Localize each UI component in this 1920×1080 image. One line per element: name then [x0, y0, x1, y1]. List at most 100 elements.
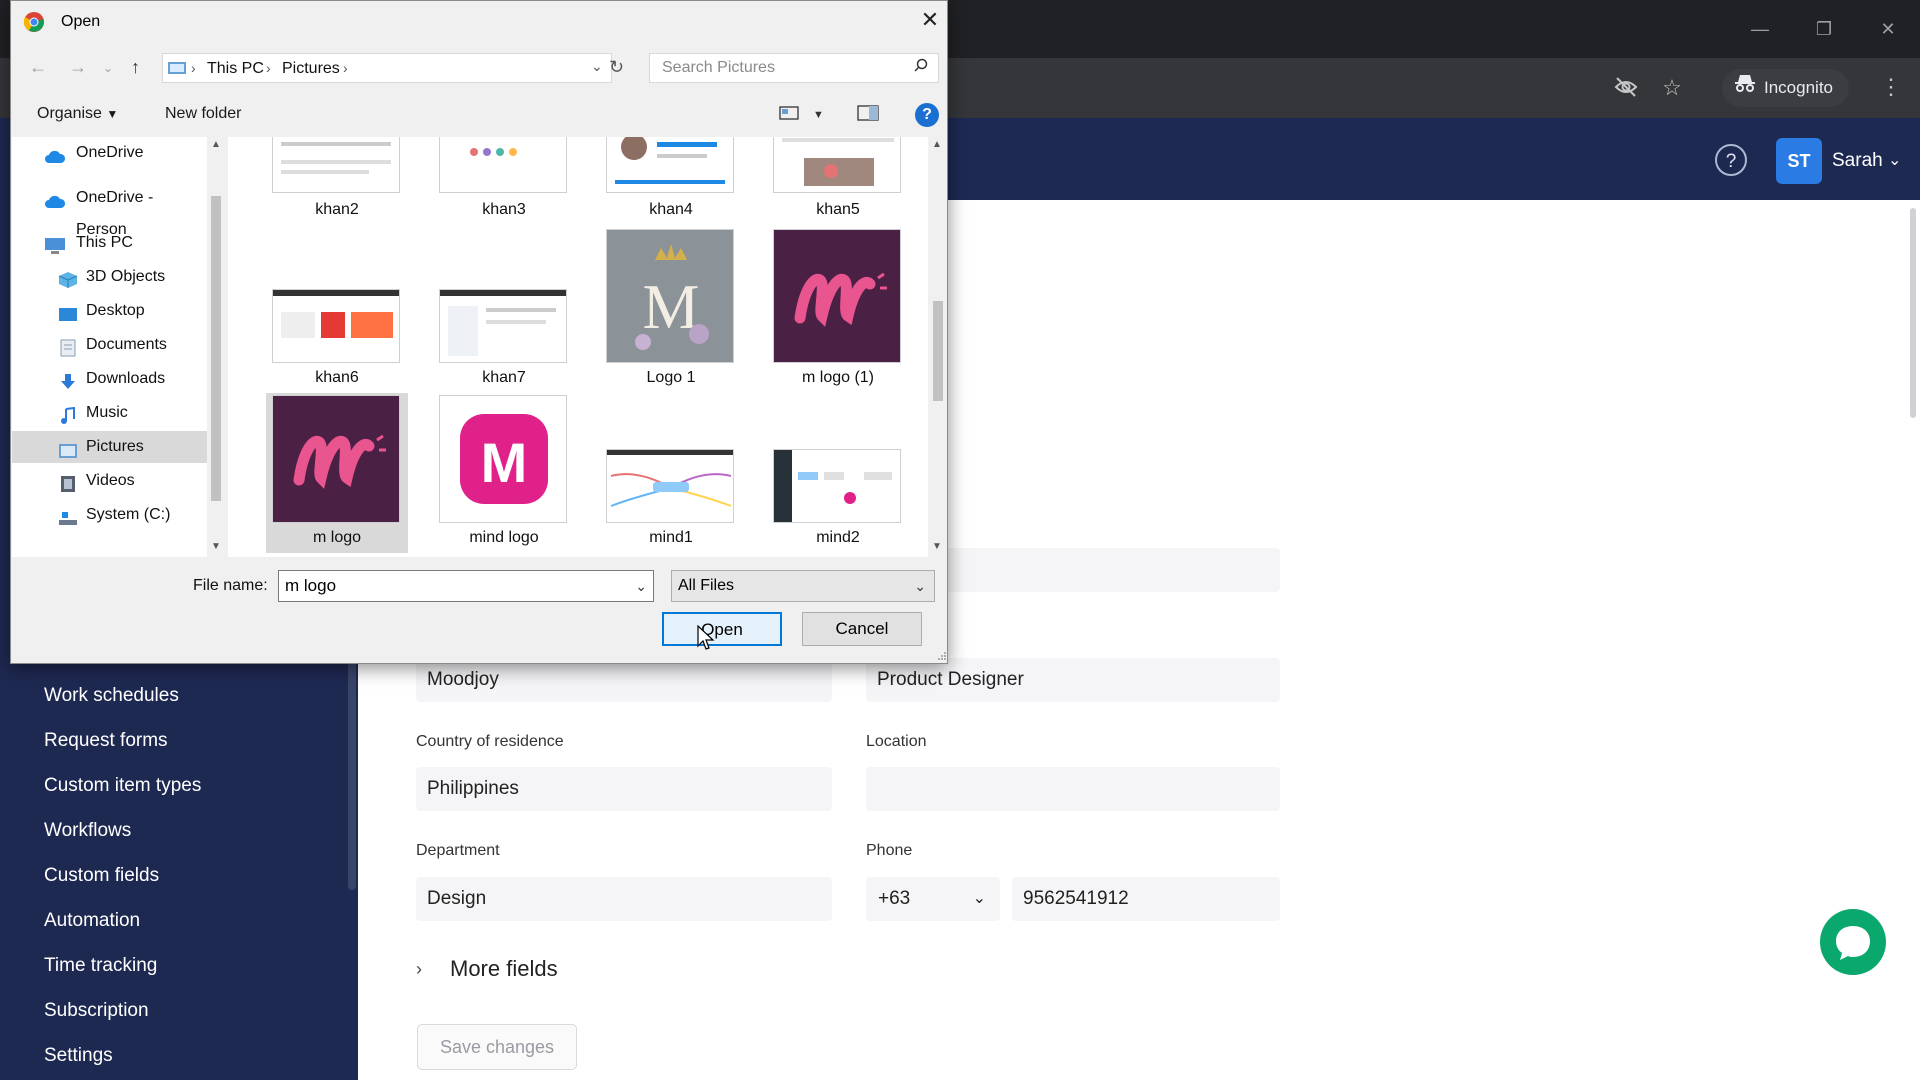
- sidebar-item-workflows[interactable]: Workflows: [44, 820, 131, 842]
- drive-icon: [58, 507, 78, 525]
- help-icon[interactable]: ?: [915, 103, 939, 127]
- eye-off-icon[interactable]: [1612, 74, 1640, 102]
- search-input[interactable]: Search Pictures: [649, 53, 939, 83]
- back-arrow-icon[interactable]: ←: [29, 57, 47, 78]
- user-name[interactable]: Sarah: [1832, 150, 1883, 172]
- avatar[interactable]: ST: [1776, 138, 1822, 184]
- nav-item-videos[interactable]: Videos: [12, 465, 208, 497]
- sidebar-item-custom-item-types[interactable]: Custom item types: [44, 775, 201, 797]
- cube-icon: [58, 269, 78, 288]
- view-dropdown-icon[interactable]: ▼: [813, 109, 824, 121]
- video-icon: [60, 473, 80, 492]
- bookmark-star-icon[interactable]: ☆: [1658, 74, 1686, 102]
- file-type-value: All Files: [678, 577, 735, 594]
- sidebar-item-settings[interactable]: Settings: [44, 1045, 113, 1067]
- nav-item-label: OneDrive: [76, 144, 144, 161]
- file-name: khan5: [816, 201, 860, 218]
- resize-grip-icon[interactable]: [935, 649, 947, 661]
- file-list-scroll-thumb[interactable]: [933, 301, 943, 401]
- up-arrow-icon[interactable]: ↑: [131, 57, 140, 78]
- view-options-icon[interactable]: [779, 105, 799, 126]
- nav-item-documents[interactable]: Documents: [12, 329, 208, 361]
- incognito-label: Incognito: [1764, 78, 1833, 97]
- sidebar-item-subscription[interactable]: Subscription: [44, 1000, 149, 1022]
- new-folder-button[interactable]: New folder: [165, 105, 241, 123]
- desktop-icon: [58, 303, 78, 321]
- window-close-icon[interactable]: ✕: [1868, 14, 1908, 44]
- file-type-select[interactable]: All Files ⌄: [671, 570, 935, 602]
- file-name-input[interactable]: m logo ⌄: [278, 570, 654, 602]
- browser-menu-icon[interactable]: ⋮: [1880, 74, 1902, 100]
- sidebar-item-custom-fields[interactable]: Custom fields: [44, 865, 159, 887]
- chevron-down-icon[interactable]: ⌄: [635, 571, 647, 601]
- refresh-icon[interactable]: ↻: [609, 57, 624, 78]
- breadcrumb-pictures[interactable]: Pictures: [282, 60, 340, 78]
- close-icon[interactable]: ✕: [917, 7, 943, 33]
- sidebar-item-work-schedules[interactable]: Work schedules: [44, 685, 179, 707]
- sidebar-scrollbar[interactable]: [348, 660, 356, 890]
- nav-item-label: Desktop: [86, 302, 145, 319]
- nav-pane-scroll-thumb[interactable]: [211, 196, 221, 501]
- nav-item-label: Documents: [86, 336, 167, 353]
- more-fields-label: More fields: [450, 956, 558, 981]
- open-button[interactable]: Open: [662, 612, 782, 646]
- nav-item-music[interactable]: Music: [12, 397, 208, 429]
- svg-text:M: M: [481, 431, 528, 494]
- organise-menu[interactable]: Organise ▼: [37, 105, 118, 123]
- nav-item-system-c[interactable]: System (C:): [12, 499, 208, 531]
- download-icon: [60, 371, 80, 389]
- company-field[interactable]: Moodjoy: [416, 658, 832, 702]
- breadcrumb-this-pc[interactable]: This PC: [207, 60, 264, 78]
- nav-item-onedrive-personal[interactable]: OneDrive - Person: [12, 182, 208, 238]
- sidebar-item-request-forms[interactable]: Request forms: [44, 730, 168, 752]
- chat-icon: [1836, 926, 1870, 960]
- nav-item-downloads[interactable]: Downloads: [12, 363, 208, 395]
- cancel-button[interactable]: Cancel: [802, 612, 922, 646]
- pictures-icon: [58, 439, 78, 458]
- chat-button[interactable]: [1820, 909, 1886, 975]
- nav-item-3d-objects[interactable]: 3D Objects: [12, 261, 208, 293]
- help-icon[interactable]: ?: [1715, 144, 1747, 176]
- chevron-down-icon[interactable]: ⌄: [1888, 150, 1901, 170]
- nav-item-pictures[interactable]: Pictures: [12, 431, 208, 463]
- nav-item-label: This PC: [76, 234, 133, 251]
- nav-item-label: Pictures: [86, 438, 144, 455]
- chevron-right-icon: ›: [416, 958, 422, 979]
- nav-item-label: Downloads: [86, 370, 166, 387]
- country-field[interactable]: Philippines: [416, 767, 832, 811]
- department-label: Department: [416, 842, 500, 859]
- location-label: Location: [866, 733, 927, 750]
- file-name: khan2: [315, 201, 359, 218]
- file-name: Logo 1: [646, 369, 696, 386]
- restore-icon[interactable]: ❐: [1804, 14, 1844, 44]
- sidebar-item-time-tracking[interactable]: Time tracking: [44, 955, 157, 977]
- nav-item-onedrive[interactable]: OneDrive: [12, 137, 208, 169]
- nav-item-label: Music: [86, 404, 128, 421]
- recent-dropdown-icon[interactable]: ⌄: [103, 61, 113, 75]
- file-name: mind2: [816, 529, 860, 546]
- minimize-icon[interactable]: —: [1740, 14, 1780, 44]
- file-name: khan3: [482, 201, 526, 218]
- address-bar[interactable]: › This PC › Pictures › ⌄: [162, 53, 612, 83]
- save-changes-button[interactable]: Save changes: [417, 1024, 577, 1070]
- phone-code-value: +63: [878, 888, 911, 909]
- preview-pane-icon[interactable]: [857, 105, 879, 126]
- document-icon: [60, 337, 80, 357]
- sidebar-item-automation[interactable]: Automation: [44, 910, 140, 932]
- phone-code-select[interactable]: +63 ⌄: [866, 877, 1000, 921]
- music-icon: [60, 405, 80, 424]
- job-title-field[interactable]: Product Designer: [866, 658, 1280, 702]
- location-field[interactable]: [866, 767, 1280, 811]
- nav-item-desktop[interactable]: Desktop: [12, 295, 208, 327]
- main-scrollbar[interactable]: [1910, 208, 1916, 418]
- department-field[interactable]: Design: [416, 877, 832, 921]
- address-dropdown-icon[interactable]: ⌄: [591, 58, 603, 75]
- forward-arrow-icon[interactable]: →: [69, 57, 87, 78]
- chrome-logo-icon: [23, 11, 45, 33]
- incognito-badge[interactable]: Incognito: [1722, 69, 1849, 107]
- phone-number-field[interactable]: 9562541912: [1012, 877, 1280, 921]
- nav-item-this-pc[interactable]: This PC: [12, 227, 208, 259]
- nav-item-label: Videos: [86, 472, 135, 489]
- search-placeholder: Search Pictures: [662, 59, 775, 76]
- more-fields-toggle[interactable]: › More fields: [416, 956, 558, 982]
